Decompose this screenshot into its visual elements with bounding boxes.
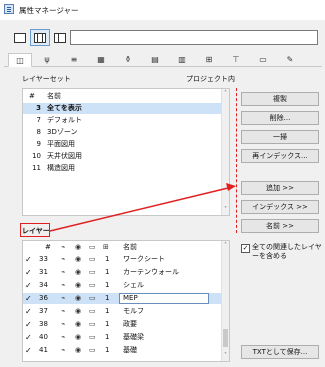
annotation-arrow (49, 183, 236, 232)
